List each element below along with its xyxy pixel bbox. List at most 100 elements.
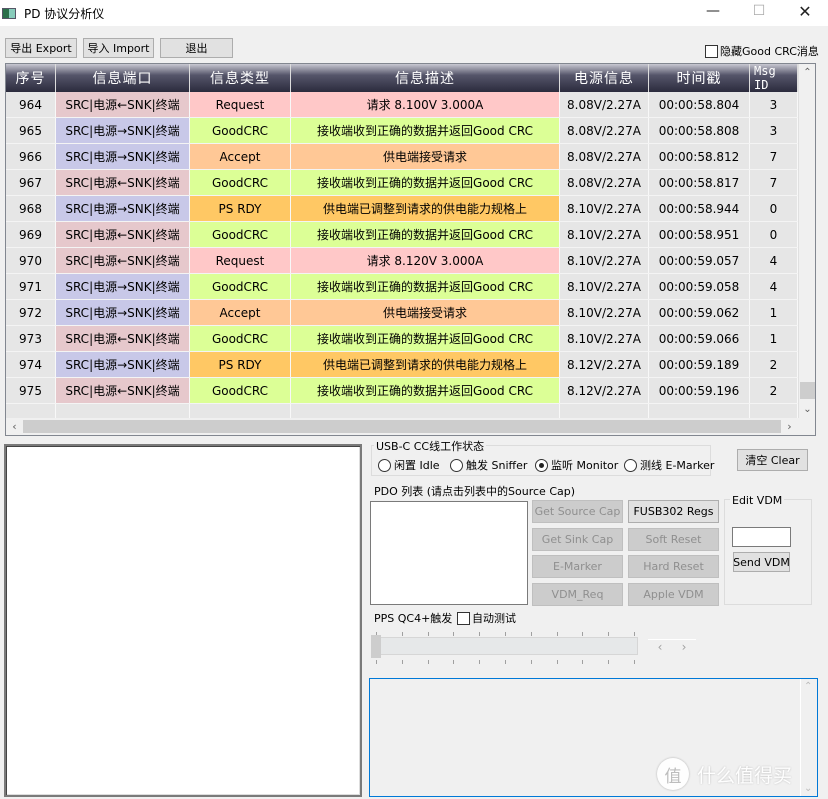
exit-button[interactable]: 退出 <box>160 38 233 58</box>
table-row[interactable]: 965 SRC|电源→SNK|终端 GoodCRC 接收端收到正确的数据并返回Good… <box>6 118 798 144</box>
table-row[interactable]: 973 SRC|电源←SNK|终端 GoodCRC 接收端收到正确的数据并返回Good… <box>6 326 798 352</box>
cell-timestamp: 00:00:58.817 <box>649 170 750 195</box>
table-row[interactable]: 975 SRC|电源←SNK|终端 GoodCRC 接收端收到正确的数据并返回Good… <box>6 378 798 404</box>
cell-description: 供电端接受请求 <box>291 300 560 325</box>
get-source-cap-button[interactable]: Get Source Cap <box>532 500 623 523</box>
slider-tick <box>530 632 532 636</box>
close-icon[interactable]: ✕ <box>782 0 828 22</box>
checkbox-box[interactable] <box>705 44 718 58</box>
radio-button-icon[interactable] <box>624 458 637 472</box>
hard-reset-button[interactable]: Hard Reset <box>628 555 719 578</box>
column-header-port[interactable]: 信息端口 <box>56 64 190 92</box>
cell-seq: 970 <box>6 248 56 273</box>
cell-msg-id: 2 <box>750 378 798 403</box>
vertical-scrollbar[interactable]: ⌃ ⌄ <box>798 64 815 418</box>
table-row[interactable]: 974 SRC|电源→SNK|终端 PS RDY 供电端已调整到请求的供电能力规格上 8… <box>6 352 798 378</box>
export-button[interactable]: 导出 Export <box>5 38 77 58</box>
cell-power: 8.10V/2.27A <box>560 196 649 221</box>
cell-type: GoodCRC <box>190 222 291 247</box>
cell-type: GoodCRC <box>190 378 291 403</box>
cell-type: GoodCRC <box>190 118 291 143</box>
radio-button-icon[interactable] <box>450 458 463 472</box>
pps-slider-track[interactable] <box>372 637 638 655</box>
scroll-left-icon[interactable]: ‹ <box>6 418 23 435</box>
radio-monitor[interactable]: 监听 Monitor <box>535 457 618 473</box>
cell-type: GoodCRC <box>190 326 291 351</box>
cell-port: SRC|电源←SNK|终端 <box>56 378 190 403</box>
cell-description: 接收端收到正确的数据并返回Good CRC <box>291 118 560 143</box>
scroll-up-icon[interactable]: ⌃ <box>804 681 812 692</box>
scroll-right-icon[interactable]: › <box>781 418 798 435</box>
cell-msg-id: 4 <box>750 274 798 299</box>
fusb302-regs-button[interactable]: FUSB302 Regs <box>628 500 719 523</box>
cell-timestamp: 00:00:58.951 <box>649 222 750 247</box>
column-header-type[interactable]: 信息类型 <box>190 64 291 92</box>
import-button[interactable]: 导入 Import <box>83 38 154 58</box>
cell-timestamp: 00:00:59.196 <box>649 378 750 403</box>
slider-tick <box>608 632 610 636</box>
send-vdm-button[interactable]: Send VDM <box>733 552 790 572</box>
cell-port: SRC|电源→SNK|终端 <box>56 144 190 169</box>
scroll-down-icon[interactable]: ⌄ <box>804 783 812 794</box>
cell-description: 接收端收到正确的数据并返回Good CRC <box>291 326 560 351</box>
vdm-req-button[interactable]: VDM_Req <box>532 583 623 606</box>
minimize-icon[interactable]: — <box>690 0 736 22</box>
get-sink-cap-button[interactable]: Get Sink Cap <box>532 528 623 551</box>
cc-status-title: USB-C CC线工作状态 <box>374 438 487 454</box>
table-row[interactable]: 967 SRC|电源←SNK|终端 GoodCRC 接收端收到正确的数据并返回Good… <box>6 170 798 196</box>
table-row[interactable]: 966 SRC|电源→SNK|终端 Accept 供电端接受请求 8.08V/2.27A… <box>6 144 798 170</box>
scroll-down-icon[interactable]: ⌄ <box>799 401 815 418</box>
table-row[interactable]: 970 SRC|电源←SNK|终端 Request 请求 8.120V 3.000A 8… <box>6 248 798 274</box>
cell-msg-id: 3 <box>750 92 798 117</box>
cell-power: 8.10V/2.27A <box>560 274 649 299</box>
table-row[interactable]: 964 SRC|电源←SNK|终端 Request 请求 8.100V 3.000A 8… <box>6 92 798 118</box>
column-header-power[interactable]: 电源信息 <box>560 64 649 92</box>
table-row[interactable]: 968 SRC|电源→SNK|终端 PS RDY 供电端已调整到请求的供电能力规格上 8… <box>6 196 798 222</box>
table-row[interactable]: 969 SRC|电源←SNK|终端 GoodCRC 接收端收到正确的数据并返回Good… <box>6 222 798 248</box>
column-header-msg-id[interactable]: Msg ID <box>750 64 798 92</box>
radio-idle[interactable]: 闲置 Idle <box>378 457 440 473</box>
cell-timestamp: 00:00:59.066 <box>649 326 750 351</box>
e-marker-button[interactable]: E-Marker <box>532 555 623 578</box>
spin-left-icon[interactable]: ‹ <box>658 640 663 655</box>
radio-emarker[interactable]: 测线 E-Marker <box>624 457 714 473</box>
cell-type: Accept <box>190 300 291 325</box>
clear-button[interactable]: 清空 Clear <box>737 449 808 471</box>
slider-tick <box>582 632 584 636</box>
radio-button-icon[interactable] <box>535 458 548 472</box>
log-textbox[interactable] <box>4 444 362 797</box>
auto-test-checkbox[interactable]: 自动测试 <box>457 610 516 626</box>
title-bar: PD 协议分析仪 — ☐ ✕ <box>0 0 828 26</box>
maximize-icon[interactable]: ☐ <box>736 0 782 22</box>
apple-vdm-button[interactable]: Apple VDM <box>628 583 719 606</box>
cell-port: SRC|电源←SNK|终端 <box>56 248 190 273</box>
pps-spin-buttons: ‹ › <box>648 639 696 655</box>
spin-right-icon[interactable]: › <box>682 640 687 655</box>
cell-port: SRC|电源→SNK|终端 <box>56 196 190 221</box>
checkbox-box[interactable] <box>457 611 470 625</box>
radio-sniffer[interactable]: 触发 Sniffer <box>450 457 527 473</box>
column-header-description[interactable]: 信息描述 <box>291 64 560 92</box>
scrollbar-thumb[interactable] <box>800 382 815 399</box>
output-vertical-scrollbar[interactable]: ⌃ ⌄ <box>800 679 817 796</box>
horizontal-scrollbar[interactable]: ‹ › <box>6 418 815 435</box>
table-row[interactable]: 972 SRC|电源→SNK|终端 Accept 供电端接受请求 8.10V/2.27A… <box>6 300 798 326</box>
cell-timestamp: 00:00:59.062 <box>649 300 750 325</box>
cell-description: 供电端已调整到请求的供电能力规格上 <box>291 352 560 377</box>
column-header-timestamp[interactable]: 时间戳 <box>649 64 750 92</box>
hide-goodcrc-checkbox[interactable]: 隐藏Good CRC消息 <box>705 43 819 59</box>
cell-timestamp: 00:00:59.058 <box>649 274 750 299</box>
scroll-up-icon[interactable]: ⌃ <box>799 64 815 81</box>
horizontal-scrollbar-thumb[interactable] <box>23 420 781 433</box>
radio-button-icon[interactable] <box>378 458 391 472</box>
column-header-seq[interactable]: 序号 <box>6 64 56 92</box>
cell-type: GoodCRC <box>190 170 291 195</box>
cell-port: SRC|电源←SNK|终端 <box>56 92 190 117</box>
pps-slider-thumb[interactable] <box>371 635 381 658</box>
cell-seq: 971 <box>6 274 56 299</box>
vdm-input[interactable] <box>732 527 791 547</box>
pdo-list[interactable] <box>370 501 528 605</box>
soft-reset-button[interactable]: Soft Reset <box>628 528 719 551</box>
cell-timestamp: 00:00:58.808 <box>649 118 750 143</box>
table-row[interactable]: 971 SRC|电源→SNK|终端 GoodCRC 接收端收到正确的数据并返回Good… <box>6 274 798 300</box>
